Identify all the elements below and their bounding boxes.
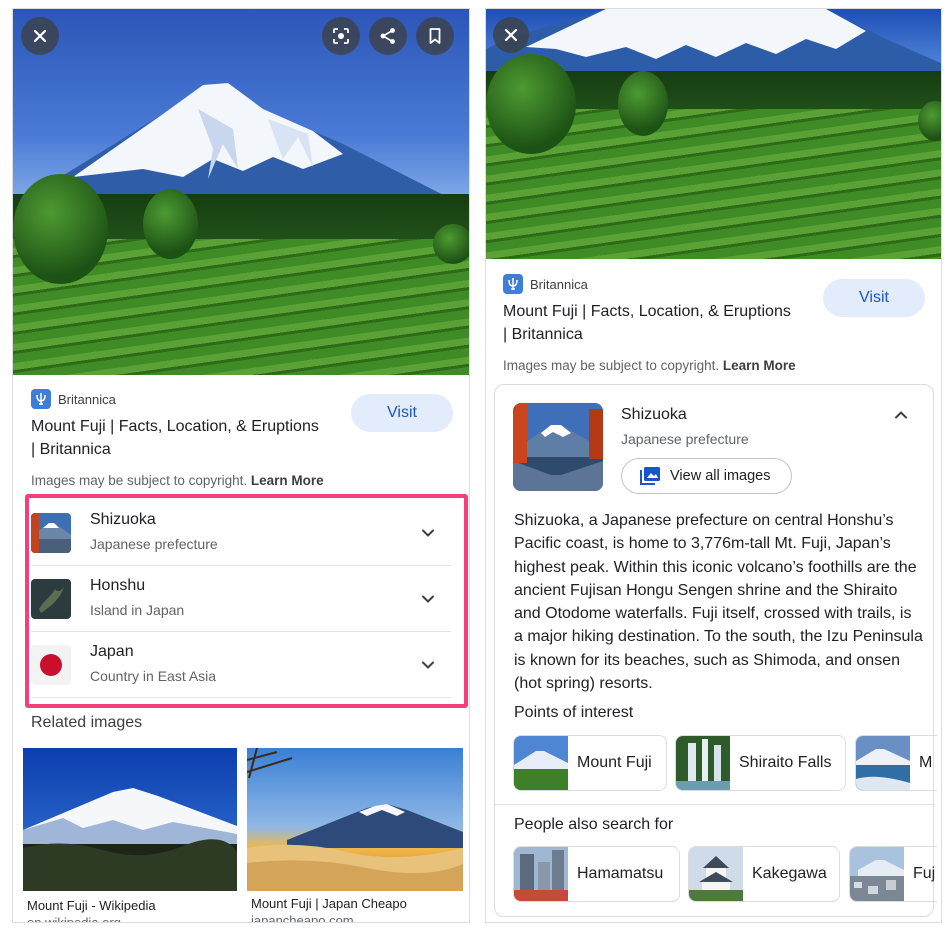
search-chip-kakegawa[interactable]: Kakegawa xyxy=(688,846,840,902)
related-caption-2[interactable]: Mount Fuji | Japan Cheapo xyxy=(251,896,407,911)
search-3-thumbnail xyxy=(850,847,904,901)
search-chip-label: Hamamatsu xyxy=(577,865,664,882)
source-row[interactable]: Britannica xyxy=(31,389,116,409)
search-chip-label: Kakegawa xyxy=(752,865,827,882)
entity-description: Shizuoka, a Japanese prefecture on centr… xyxy=(514,512,923,693)
search-chip-hamamatsu[interactable]: Hamamatsu xyxy=(513,846,680,902)
save-button[interactable] xyxy=(416,17,454,55)
close-button[interactable] xyxy=(493,17,529,53)
related-source-1: en.wikipedia.org xyxy=(27,915,121,923)
highlight-box xyxy=(25,494,468,708)
poi-label: M xyxy=(919,754,933,771)
share-icon xyxy=(380,28,395,44)
points-of-interest-label: Points of interest xyxy=(514,704,634,721)
copyright-text: Images may be subject to copyright. xyxy=(503,358,720,373)
shiraito-falls-thumbnail xyxy=(676,736,730,790)
page-title-line2: | Britannica xyxy=(503,326,583,343)
britannica-logo-icon xyxy=(31,389,51,409)
shizuoka-thumbnail[interactable] xyxy=(513,403,603,491)
britannica-logo-icon xyxy=(503,274,523,294)
search-chip-3[interactable]: Fuj xyxy=(849,846,937,902)
poi-chip-3[interactable]: M xyxy=(855,735,937,791)
images-icon xyxy=(640,467,660,485)
learn-more-link[interactable]: Learn More xyxy=(723,358,796,373)
copyright-text: Images may be subject to copyright. xyxy=(31,473,248,488)
kakegawa-thumbnail xyxy=(689,847,743,901)
poi-chip-shiraito-falls[interactable]: Shiraito Falls xyxy=(675,735,846,791)
page-title-link[interactable]: Mount Fuji | Facts, Location, & Eruption… xyxy=(31,415,351,461)
poi-chip-mount-fuji[interactable]: Mount Fuji xyxy=(513,735,667,791)
entity-detail-card: Shizuoka Japanese prefecture View all im… xyxy=(494,384,937,917)
main-image[interactable] xyxy=(486,9,941,259)
copyright-notice: Images may be subject to copyright. Lear… xyxy=(31,473,324,488)
view-all-label: View all images xyxy=(670,468,771,484)
related-image-2[interactable] xyxy=(247,748,463,891)
close-icon xyxy=(504,28,518,42)
divider xyxy=(495,804,935,805)
visit-button[interactable]: Visit xyxy=(351,394,453,432)
source-row[interactable]: Britannica xyxy=(503,274,588,294)
page-title-line1: Mount Fuji | Facts, Location, & Eruption… xyxy=(31,418,319,435)
visit-button[interactable]: Visit xyxy=(823,279,925,317)
main-image[interactable] xyxy=(13,9,469,375)
chevron-up-icon[interactable] xyxy=(892,406,910,424)
people-also-search-label: People also search for xyxy=(514,816,674,833)
lens-icon xyxy=(333,28,349,44)
image-viewer-right: Britannica Mount Fuji | Facts, Location,… xyxy=(485,8,942,923)
copyright-notice: Images may be subject to copyright. Lear… xyxy=(503,358,796,373)
hamamatsu-thumbnail xyxy=(514,847,568,901)
close-button[interactable] xyxy=(21,17,59,55)
page-title-link[interactable]: Mount Fuji | Facts, Location, & Eruption… xyxy=(503,300,823,346)
view-all-images-button[interactable]: View all images xyxy=(621,458,792,494)
related-image-1[interactable] xyxy=(23,748,237,891)
page-title-line1: Mount Fuji | Facts, Location, & Eruption… xyxy=(503,303,791,320)
source-name: Britannica xyxy=(58,391,116,407)
page-title-line2: | Britannica xyxy=(31,441,111,458)
related-images-label: Related images xyxy=(31,714,143,731)
poi-label: Mount Fuji xyxy=(577,754,652,771)
entity-name: Shizuoka xyxy=(621,406,687,423)
mount-fuji-thumbnail xyxy=(514,736,568,790)
share-button[interactable] xyxy=(369,17,407,55)
related-caption-1[interactable]: Mount Fuji - Wikipedia xyxy=(27,898,156,913)
related-source-2: japancheapo.com xyxy=(251,913,354,923)
learn-more-link[interactable]: Learn More xyxy=(251,473,324,488)
bookmark-icon xyxy=(429,28,441,44)
search-chip-label: Fuj xyxy=(913,865,936,882)
close-icon xyxy=(33,29,47,43)
source-name: Britannica xyxy=(530,276,588,292)
lens-button[interactable] xyxy=(322,17,360,55)
poi-label: Shiraito Falls xyxy=(739,754,832,771)
image-viewer-left: Britannica Mount Fuji | Facts, Location,… xyxy=(12,8,470,923)
poi-3-thumbnail xyxy=(856,736,910,790)
entity-subtitle: Japanese prefecture xyxy=(621,431,749,447)
